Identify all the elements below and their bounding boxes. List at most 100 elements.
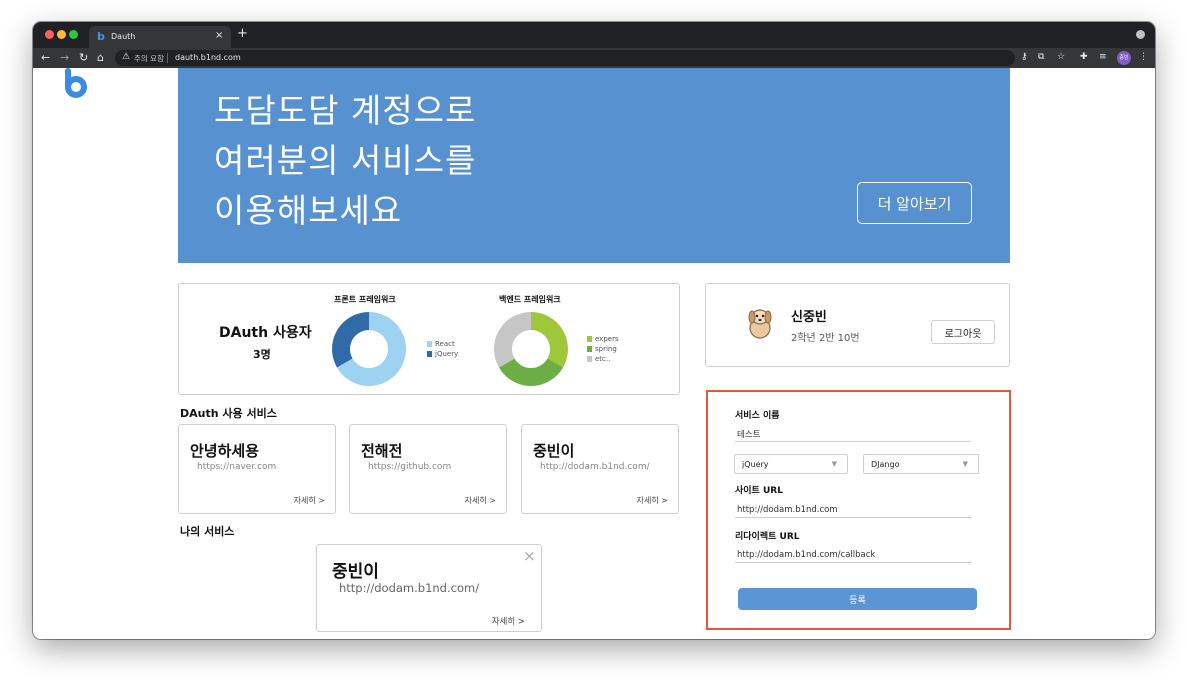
profile-name: 신중빈 [791,310,827,325]
browser-window: b Dauth × + ← → ↻ ⌂ ⚠ 주의 요함 dauth.b1nd.c… [33,22,1155,639]
service-name-label: 서비스 이름 [735,411,780,421]
legend-swatch [587,356,592,362]
donut-slice-expers [530,312,568,368]
chevron-down-icon: ▼ [962,460,968,468]
register-button[interactable]: 등록 [738,588,977,610]
browser-toolbar: ← → ↻ ⌂ ⚠ 주의 요함 dauth.b1nd.com ⚷ ⧉ ☆ ✚ ≡… [33,48,1155,68]
service-card[interactable]: 안녕하세용 https://naver.com 자세히 > [178,424,336,514]
home-icon[interactable]: ⌂ [97,51,104,64]
service-details-link[interactable]: 자세히 > [465,495,496,506]
my-service-name: 중빈이 [332,562,379,582]
dodam-logo-icon[interactable] [63,68,89,98]
profile-class-info: 2학년 2반 10번 [791,333,860,344]
front-framework-chart [332,312,406,386]
services-section-title: DAuth 사용 서비스 [180,407,277,420]
forward-arrow-icon[interactable]: → [60,51,69,64]
legend-swatch [587,346,592,352]
donut-slice-spring [498,357,564,386]
security-label[interactable]: 주의 요함 [134,53,164,64]
front-chart-legend: React jQuery [427,339,458,359]
service-url: http://dodam.b1nd.com/ [540,462,650,472]
reload-icon[interactable]: ↻ [79,51,88,64]
service-name-input[interactable] [735,426,971,442]
back-framework-select[interactable]: DJango ▼ [863,454,979,474]
service-details-link[interactable]: 자세히 > [294,495,325,506]
front-framework-select[interactable]: jQuery ▼ [734,454,848,474]
legend-swatch [427,341,432,347]
profile-card: 신중빈 2학년 2반 10번 로그아웃 [705,283,1010,367]
legend-item: React [427,339,458,349]
service-name: 전해전 [361,442,403,460]
window-menu-icon[interactable] [1136,30,1145,39]
legend-label: etc.. [595,355,611,363]
url-text[interactable]: dauth.b1nd.com [175,53,241,62]
hero-line-2: 여러분의 서비스를 [214,141,477,180]
site-url-label: 사이트 URL [735,486,783,496]
front-chart-title: 프론트 프레임워크 [334,295,396,304]
warning-icon[interactable]: ⚠ [122,52,130,62]
extensions-icon[interactable]: ✚ [1080,52,1088,63]
site-url-input[interactable] [735,502,971,518]
legend-item: expers [587,334,619,344]
service-url: https://github.com [368,462,452,472]
logout-button[interactable]: 로그아웃 [931,320,995,344]
my-services-section-title: 나의 서비스 [180,525,235,538]
tab-bar: b Dauth × + [33,22,1155,48]
legend-swatch [587,336,592,342]
close-window-icon[interactable] [45,30,54,39]
tab-close-icon[interactable]: × [215,30,223,41]
new-tab-button[interactable]: + [237,27,248,40]
donut-slice-jquery [332,312,370,368]
legend-label: spring [595,345,617,353]
my-service-url: http://dodam.b1nd.com/ [339,581,480,595]
stats-card: DAuth 사용자 3명 프론트 프레임워크 React jQuery 백엔드 프… [178,283,680,395]
service-details-link[interactable]: 자세히 > [637,495,668,506]
hero-banner: 도담도담 계정으로 여러분의 서비스를 이용해보세요 더 알아보기 [178,68,1010,263]
back-chart-title: 백엔드 프레임워크 [499,295,561,304]
learn-more-button[interactable]: 더 알아보기 [857,182,972,224]
back-framework-chart [494,312,568,386]
my-service-details-link[interactable]: 자세히 > [492,615,525,627]
back-framework-selected: DJango [871,460,900,469]
back-chart-legend: expers spring etc.. [587,334,619,364]
legend-item: etc.. [587,354,619,364]
key-icon[interactable]: ⚷ [1021,52,1028,63]
close-icon[interactable]: × [523,547,536,565]
dauth-favicon-icon: b [97,30,105,43]
service-card[interactable]: 중빈이 http://dodam.b1nd.com/ 자세히 > [521,424,679,514]
my-service-card[interactable]: 중빈이 http://dodam.b1nd.com/ × 자세히 > [316,544,542,632]
dog-avatar-icon [748,309,772,339]
redirect-url-label: 리다이렉트 URL [735,532,800,542]
browser-tab[interactable]: b Dauth × [89,26,231,48]
star-icon[interactable]: ☆ [1057,52,1065,63]
service-register-form: 서비스 이름 jQuery ▼ DJango ▼ 사이트 URL 리다이렉트 U… [706,390,1011,630]
legend-item: jQuery [427,349,458,359]
legend-swatch [427,351,432,357]
tab-title: Dauth [111,32,136,41]
url-separator [167,53,168,63]
service-url: https://naver.com [197,462,277,472]
reading-list-icon[interactable]: ≡ [1099,52,1107,63]
legend-label: jQuery [435,350,459,358]
users-count: 3명 [253,348,271,361]
donut-slice-etc [494,312,532,368]
profile-avatar[interactable]: 중빈 [1117,51,1131,65]
page-viewport: 도담도담 계정으로 여러분의 서비스를 이용해보세요 더 알아보기 DAuth … [33,68,1155,639]
legend-label: expers [595,335,619,343]
back-arrow-icon[interactable]: ← [41,51,50,64]
hero-line-3: 이용해보세요 [214,191,403,230]
hero-line-1: 도담도담 계정으로 [214,91,477,130]
maximize-window-icon[interactable] [69,30,78,39]
service-name: 안녕하세용 [190,442,260,460]
legend-item: spring [587,344,619,354]
translate-icon[interactable]: ⧉ [1038,52,1044,63]
redirect-url-input[interactable] [735,547,971,563]
users-title: DAuth 사용자 [219,325,312,341]
service-name: 중빈이 [533,442,575,460]
minimize-window-icon[interactable] [57,30,66,39]
menu-icon[interactable]: ⋮ [1139,52,1148,63]
service-card[interactable]: 전해전 https://github.com 자세히 > [349,424,507,514]
address-bar[interactable]: ⚠ 주의 요함 dauth.b1nd.com [115,50,1015,66]
front-framework-selected: jQuery [742,460,769,469]
chevron-down-icon: ▼ [831,460,837,468]
